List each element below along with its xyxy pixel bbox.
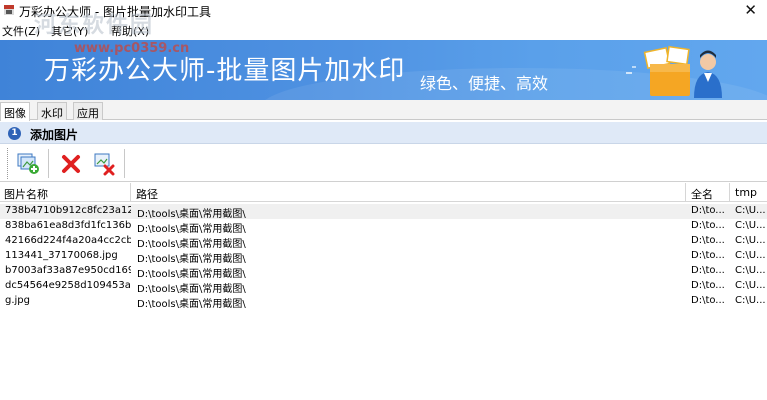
clear-list-icon[interactable] bbox=[91, 150, 117, 176]
cell-full-name: D:\to... bbox=[691, 220, 725, 231]
banner-illustration-icon bbox=[626, 45, 722, 98]
column-header-tmp[interactable]: tmp bbox=[731, 183, 767, 202]
site-watermark-url: www.pc0359.cn bbox=[74, 41, 190, 56]
section-title: 添加图片 bbox=[30, 128, 79, 142]
tab-strip: 图像 水印 应用 bbox=[0, 100, 767, 121]
toolbar bbox=[0, 145, 767, 182]
tab-watermark[interactable]: 水印 bbox=[37, 102, 67, 120]
cell-image-name: 113441_37170068.jpg bbox=[5, 250, 118, 261]
tab-image[interactable]: 图像 bbox=[0, 102, 30, 121]
cell-full-name: D:\to... bbox=[691, 235, 725, 246]
add-images-icon[interactable] bbox=[15, 150, 41, 176]
cell-path: D:\tools\桌面\常用截图\ bbox=[137, 254, 246, 265]
cell-full-name: D:\to... bbox=[691, 295, 725, 306]
cell-tmp: C:\U... bbox=[735, 295, 766, 306]
step-number-icon: 1 bbox=[8, 127, 21, 140]
cell-tmp: C:\U... bbox=[735, 250, 766, 261]
tab-apply[interactable]: 应用 bbox=[73, 102, 103, 120]
table-row[interactable]: b7003af33a87e950cd169d... D:\tools\桌面\常用… bbox=[0, 264, 767, 280]
table-row[interactable]: g.jpg D:\tools\桌面\常用截图\ D:\to... C:\U... bbox=[0, 294, 767, 310]
column-header-path[interactable]: 路径 bbox=[132, 183, 686, 202]
table-row[interactable]: 113441_37170068.jpg D:\tools\桌面\常用截图\ D:… bbox=[0, 249, 767, 265]
cell-tmp: C:\U... bbox=[735, 280, 766, 291]
section-header: 1 添加图片 bbox=[0, 122, 767, 144]
toolbar-separator bbox=[48, 149, 49, 178]
table-row[interactable]: 838ba61ea8d3fd1fc136bd... D:\tools\桌面\常用… bbox=[0, 219, 767, 235]
cell-image-name: dc54564e9258d109453a3... bbox=[5, 280, 131, 291]
image-list-table: 图片名称 路径 全名 tmp 738b4710b912c8fc23a124...… bbox=[0, 183, 767, 400]
column-header-full-name[interactable]: 全名 bbox=[687, 183, 730, 202]
cell-full-name: D:\to... bbox=[691, 250, 725, 261]
cell-image-name: 42166d224f4a20a4cc2cb9... bbox=[5, 235, 131, 246]
cell-path: D:\tools\桌面\常用截图\ bbox=[137, 239, 246, 250]
toolbar-separator bbox=[124, 149, 125, 178]
table-header: 图片名称 路径 全名 tmp bbox=[0, 183, 767, 202]
cell-image-name: g.jpg bbox=[5, 295, 30, 306]
table-row[interactable]: dc54564e9258d109453a3... D:\tools\桌面\常用截… bbox=[0, 279, 767, 295]
cell-image-name: b7003af33a87e950cd169d... bbox=[5, 265, 131, 276]
delete-icon[interactable] bbox=[58, 150, 84, 176]
table-row[interactable]: 738b4710b912c8fc23a124... D:\tools\桌面\常用… bbox=[0, 204, 767, 220]
cell-path: D:\tools\桌面\常用截图\ bbox=[137, 299, 246, 310]
cell-path: D:\tools\桌面\常用截图\ bbox=[137, 224, 246, 235]
site-watermark-text: 河东软件园 bbox=[34, 12, 155, 38]
cell-full-name: D:\to... bbox=[691, 280, 725, 291]
close-window-button[interactable]: ✕ bbox=[744, 1, 757, 19]
column-header-image-name[interactable]: 图片名称 bbox=[0, 183, 131, 202]
cell-tmp: C:\U... bbox=[735, 220, 766, 231]
cell-image-name: 738b4710b912c8fc23a124... bbox=[5, 205, 131, 216]
cell-full-name: D:\to... bbox=[691, 265, 725, 276]
cell-full-name: D:\to... bbox=[691, 205, 725, 216]
cell-path: D:\tools\桌面\常用截图\ bbox=[137, 209, 246, 220]
cell-path: D:\tools\桌面\常用截图\ bbox=[137, 284, 246, 295]
cell-tmp: C:\U... bbox=[735, 235, 766, 246]
toolbar-grip bbox=[7, 148, 9, 179]
table-row[interactable]: 42166d224f4a20a4cc2cb9... D:\tools\桌面\常用… bbox=[0, 234, 767, 250]
cell-tmp: C:\U... bbox=[735, 265, 766, 276]
cell-tmp: C:\U... bbox=[735, 205, 766, 216]
banner-slogan: 绿色、便捷、高效 bbox=[420, 74, 549, 93]
cell-image-name: 838ba61ea8d3fd1fc136bd... bbox=[5, 220, 131, 231]
app-icon bbox=[4, 5, 14, 15]
cell-path: D:\tools\桌面\常用截图\ bbox=[137, 269, 246, 280]
